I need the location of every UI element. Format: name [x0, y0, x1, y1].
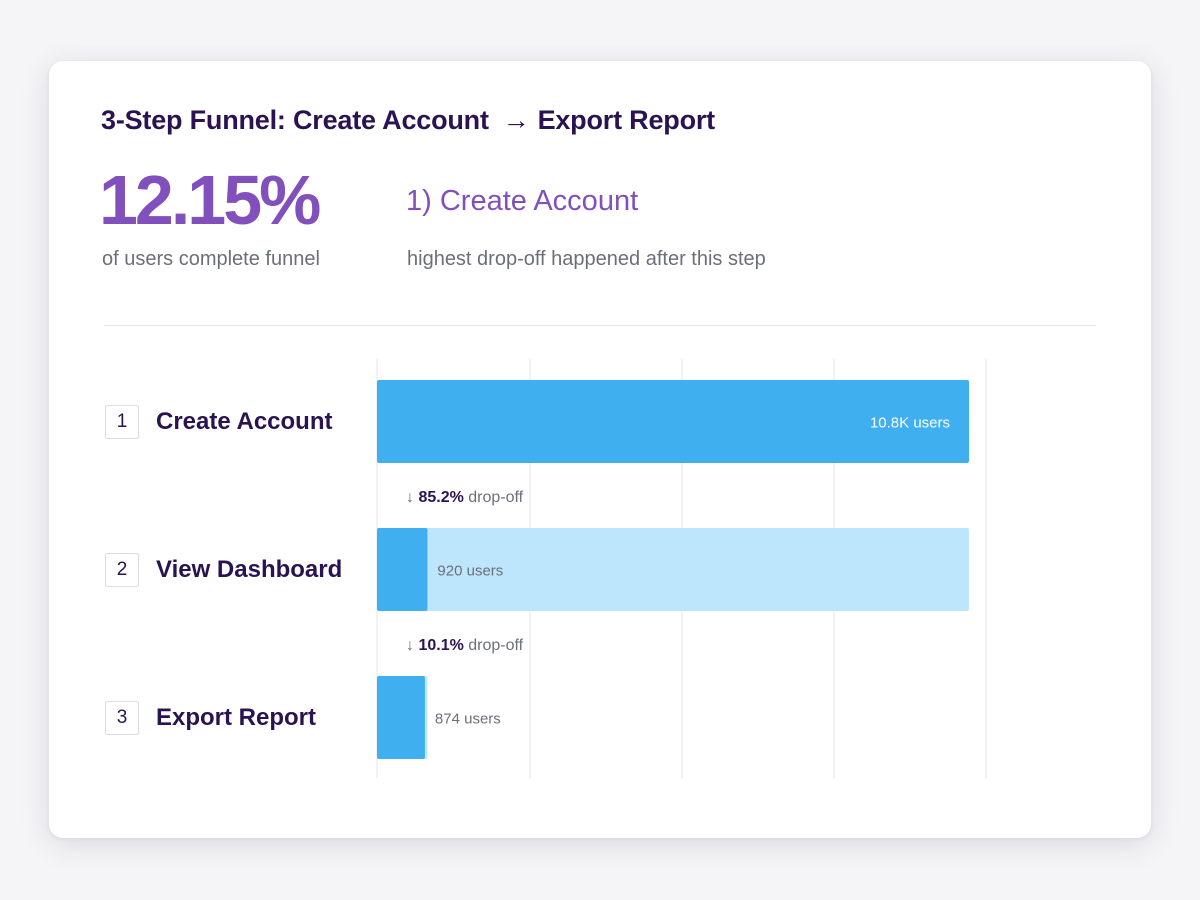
bar-value-label: 10.8K users — [870, 415, 950, 432]
dropoff-label: ↓ 10.1% drop-off — [406, 637, 524, 654]
funnel-step-row: 3 Export Report — [105, 700, 316, 736]
step-label: Create Account — [156, 408, 332, 436]
dropoff-percent: 10.1% — [418, 637, 463, 654]
bar-value-label: 874 users — [435, 711, 501, 728]
bar — [377, 528, 427, 611]
step-number: 1 — [105, 405, 139, 439]
bar-value-label: 920 users — [437, 563, 503, 580]
arrow-down-icon: ↓ — [406, 637, 418, 654]
funnel-step-row: 1 Create Account — [105, 404, 332, 440]
step-number: 3 — [105, 701, 139, 735]
arrow-down-icon: ↓ — [406, 489, 418, 506]
dropoff-percent: 85.2% — [418, 489, 463, 506]
funnel-step-row: 2 View Dashboard — [105, 552, 342, 588]
dropoff-suffix: drop-off — [464, 489, 524, 506]
step-label: View Dashboard — [156, 556, 342, 584]
step-number: 2 — [105, 553, 139, 587]
dropoff-label: ↓ 85.2% drop-off — [406, 489, 524, 506]
bar — [377, 676, 425, 759]
step-label: Export Report — [156, 704, 316, 732]
dropoff-suffix: drop-off — [464, 637, 524, 654]
funnel-card: 3-Step Funnel: Create Account→Export Rep… — [49, 61, 1151, 838]
